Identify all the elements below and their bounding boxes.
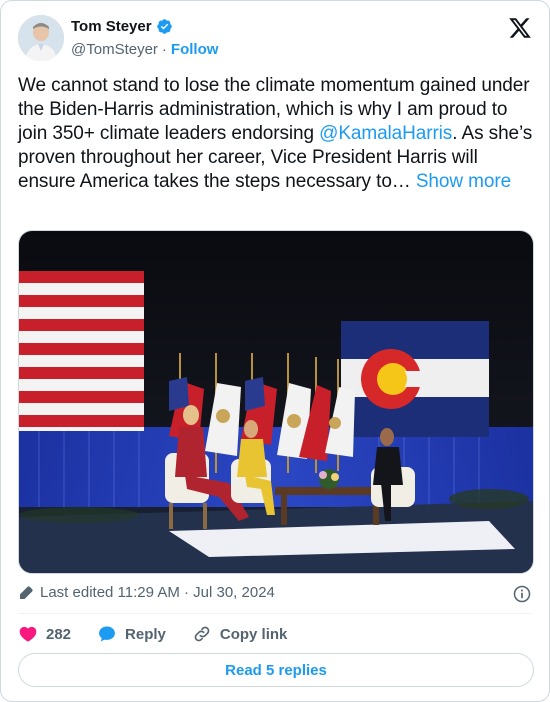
read-replies-button[interactable]: Read 5 replies: [18, 653, 534, 687]
divider: [18, 613, 532, 614]
follow-button[interactable]: Follow: [171, 41, 219, 58]
like-button[interactable]: 282: [18, 623, 71, 645]
heart-icon: [19, 626, 37, 642]
link-icon: [194, 626, 210, 642]
author-handle[interactable]: @TomSteyer: [71, 41, 158, 58]
tweet-text: We cannot stand to lose the climate mome…: [18, 74, 534, 194]
x-logo-icon[interactable]: [508, 16, 532, 40]
pencil-icon: [20, 585, 33, 599]
edited-timestamp[interactable]: Last edited 11:29 AM · Jul 30, 2024: [18, 584, 275, 601]
avatar[interactable]: [18, 15, 64, 61]
verified-badge-icon: [156, 19, 172, 34]
edited-label: Last edited 11:29 AM · Jul 30, 2024: [40, 584, 275, 601]
like-count: 282: [46, 625, 72, 643]
reply-label: Reply: [125, 625, 166, 643]
handle-row: @TomSteyer · Follow: [71, 41, 218, 58]
mention-link[interactable]: @KamalaHarris: [319, 123, 452, 144]
action-bar: 282 Reply Copy link: [18, 623, 313, 645]
show-more-link[interactable]: Show more: [416, 171, 511, 192]
separator-dot: ·: [161, 41, 167, 58]
reply-button[interactable]: Reply: [97, 623, 166, 645]
author-name-row: Tom Steyer: [71, 18, 173, 35]
author-name[interactable]: Tom Steyer: [71, 18, 152, 35]
tweet-card: Tom Steyer @TomSteyer · Follow We cannot…: [0, 0, 550, 702]
reply-bubble-icon: [99, 626, 115, 642]
tweet-photo[interactable]: [18, 230, 534, 574]
copy-link-label: Copy link: [219, 625, 288, 643]
copy-link-button[interactable]: Copy link: [192, 623, 288, 645]
info-icon[interactable]: [512, 584, 532, 604]
